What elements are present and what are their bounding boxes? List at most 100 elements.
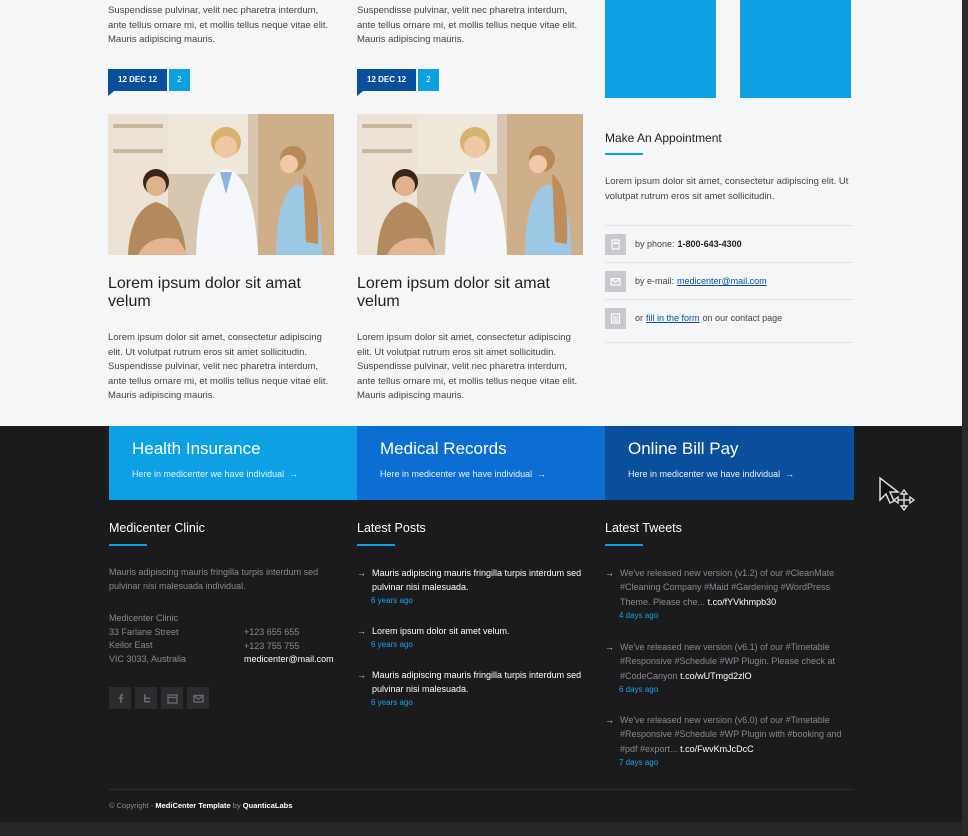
post-image[interactable] — [357, 114, 583, 255]
main-content: Suspendisse pulvinar, velit nec pharetra… — [0, 0, 962, 426]
tweet-item: → We've released new version (v1.2) of ou… — [605, 566, 855, 622]
tweet-item: → We've released new version (v6.0) of ou… — [605, 713, 855, 769]
tweet-item: → We've released new version (v6.1) of ou… — [605, 640, 855, 696]
contact-form-link[interactable]: fill in the form — [646, 313, 700, 323]
post-excerpt: Lorem ipsum dolor sit amet, consectetur … — [108, 332, 329, 401]
contact-phone-number[interactable]: 1-800-643-4300 — [678, 239, 742, 249]
comment-count-badge[interactable]: 2 — [418, 69, 439, 91]
heading-underline — [605, 544, 643, 546]
contact-form-prefix: or — [635, 313, 644, 323]
tweet-date[interactable]: 7 days ago — [619, 756, 855, 769]
contact-phone-label: by phone: — [635, 239, 675, 249]
post-title[interactable]: Lorem ipsum dolor sit amat velum — [357, 275, 583, 311]
feature-medical-records[interactable]: Medical Records Here in medicenter we ha… — [357, 426, 605, 500]
footer-email[interactable]: medicenter@mail.com — [244, 653, 334, 667]
footer-divider — [109, 789, 854, 790]
post-excerpt: Suspendisse pulvinar, velit nec pharetra… — [108, 5, 329, 45]
latest-post-item[interactable]: → Mauris adipiscing mauris fringilla turp… — [357, 668, 587, 709]
arrow-right-icon: → — [785, 469, 795, 479]
footer-phone[interactable]: +123 655 655 — [244, 626, 334, 640]
tweet-date[interactable]: 6 days ago — [619, 683, 855, 696]
contact-email-label: by e-mail: — [635, 276, 675, 286]
footer-clinic-heading: Medicenter Clinic — [109, 521, 205, 535]
arrow-right-icon: → — [605, 568, 614, 578]
arrow-right-icon: → — [357, 568, 366, 578]
copyright-brand-link[interactable]: MediCenter Template — [155, 801, 230, 810]
latest-post-date: 6 years ago — [371, 596, 413, 605]
latest-post-date: 6 years ago — [371, 698, 413, 707]
divider — [605, 342, 853, 343]
feature-subtitle: Here in medicenter we have individual → — [628, 469, 794, 479]
address-line: Medicenter Clinic — [109, 613, 179, 623]
doctor-patient-photo — [108, 114, 334, 255]
window-edge — [962, 0, 968, 836]
copyright-prefix: © Copyright - — [109, 801, 154, 810]
address-line: Keilor East — [109, 640, 153, 651]
feature-subtitle: Here in medicenter we have individual → — [380, 469, 546, 479]
footer-posts-heading: Latest Posts — [357, 521, 426, 535]
latest-post-title[interactable]: Mauris adipiscing mauris fringilla turpi… — [372, 668, 584, 696]
footer-tweets-heading: Latest Tweets — [605, 521, 682, 535]
doctor-patient-photo — [357, 114, 583, 255]
calendar-icon[interactable] — [161, 687, 183, 709]
heading-underline — [109, 544, 147, 546]
arrow-right-icon: → — [605, 715, 614, 725]
feature-online-bill-pay[interactable]: Online Bill Pay Here in medicenter we ha… — [605, 426, 854, 500]
contact-email-link[interactable]: medicenter@mail.com — [677, 276, 767, 286]
latest-post-item[interactable]: → Mauris adipiscing mauris fringilla turp… — [357, 566, 587, 607]
latest-post-date: 6 years ago — [371, 640, 413, 649]
arrow-right-icon: → — [537, 469, 547, 479]
facebook-icon[interactable] — [109, 687, 131, 709]
post-title[interactable]: Lorem ipsum dolor sit amat velum — [108, 275, 334, 311]
contact-form-row: or fill in the form on our contact page — [605, 299, 853, 336]
move-cursor-icon — [878, 476, 918, 519]
tweet-link[interactable]: t.co/wUTmgd2zlO — [680, 671, 752, 681]
address-line: VIC 3033, Australia — [109, 653, 187, 664]
feature-subtitle-text: Here in medicenter we have individual — [132, 469, 285, 479]
latest-post-item[interactable]: → Lorem ipsum dolor sit amet velum. 6 yea… — [357, 624, 587, 651]
contact-phone-row: by phone: 1-800-643-4300 — [605, 225, 853, 262]
copyright-by: by — [232, 801, 241, 810]
sidebar-tile[interactable] — [605, 0, 716, 98]
appointment-heading: Make An Appointment — [605, 131, 722, 145]
envelope-icon[interactable] — [187, 687, 209, 709]
latest-post-title[interactable]: Mauris adipiscing mauris fringilla turpi… — [372, 566, 584, 594]
heading-underline — [357, 544, 395, 546]
post-image[interactable] — [108, 114, 334, 255]
contact-email-row: by e-mail: medicenter@mail.com — [605, 262, 853, 299]
heading-underline — [605, 153, 643, 155]
arrow-right-icon: → — [357, 626, 366, 636]
form-icon — [605, 307, 626, 329]
latest-post-title[interactable]: Lorem ipsum dolor sit amet velum. — [372, 624, 584, 638]
post-date-badge[interactable]: 12 DEC 12 — [357, 69, 417, 96]
phone-icon — [605, 233, 626, 255]
feature-subtitle-text: Here in medicenter we have individual — [380, 469, 533, 479]
feature-health-insurance[interactable]: Health Insurance Here in medicenter we h… — [109, 426, 357, 500]
social-links — [109, 687, 209, 709]
comment-count-badge[interactable]: 2 — [169, 69, 190, 91]
address-line: 33 Farlane Street — [109, 626, 179, 637]
post-meta: 12 DEC 12 2 — [108, 69, 190, 96]
footer-clinic-about: Mauris adipiscing mauris fringilla turpi… — [109, 567, 319, 591]
twitter-icon[interactable] — [135, 687, 157, 709]
footer-address: Medicenter Clinic 33 Farlane Street Keil… — [109, 612, 186, 666]
footer-phone[interactable]: +123 755 755 — [244, 640, 334, 654]
post-excerpt: Suspendisse pulvinar, velit nec pharetra… — [357, 5, 578, 45]
feature-subtitle-text: Here in medicenter we have individual — [628, 469, 781, 479]
mail-icon — [605, 270, 626, 292]
arrow-right-icon: → — [289, 469, 299, 479]
tweet-date[interactable]: 4 days ago — [619, 609, 855, 622]
tweet-link[interactable]: t.co/FwvKmJcDcC — [680, 744, 754, 754]
feature-subtitle: Here in medicenter we have individual → — [132, 469, 298, 479]
post-excerpt: Lorem ipsum dolor sit amet, consectetur … — [357, 332, 578, 401]
arrow-right-icon: → — [357, 670, 366, 680]
post-date-badge[interactable]: 12 DEC 12 — [108, 69, 168, 96]
copyright-author-link[interactable]: QuanticaLabs — [243, 801, 293, 810]
tweet-link[interactable]: t.co/fYVkhmpb30 — [708, 597, 777, 607]
copyright: © Copyright - MediCenter Template by Qua… — [109, 801, 292, 810]
bottom-band — [0, 822, 968, 836]
arrow-right-icon: → — [605, 642, 614, 652]
sidebar-tile[interactable] — [740, 0, 851, 98]
contact-form-suffix: on our contact page — [702, 313, 783, 323]
post-meta: 12 DEC 12 2 — [357, 69, 439, 96]
